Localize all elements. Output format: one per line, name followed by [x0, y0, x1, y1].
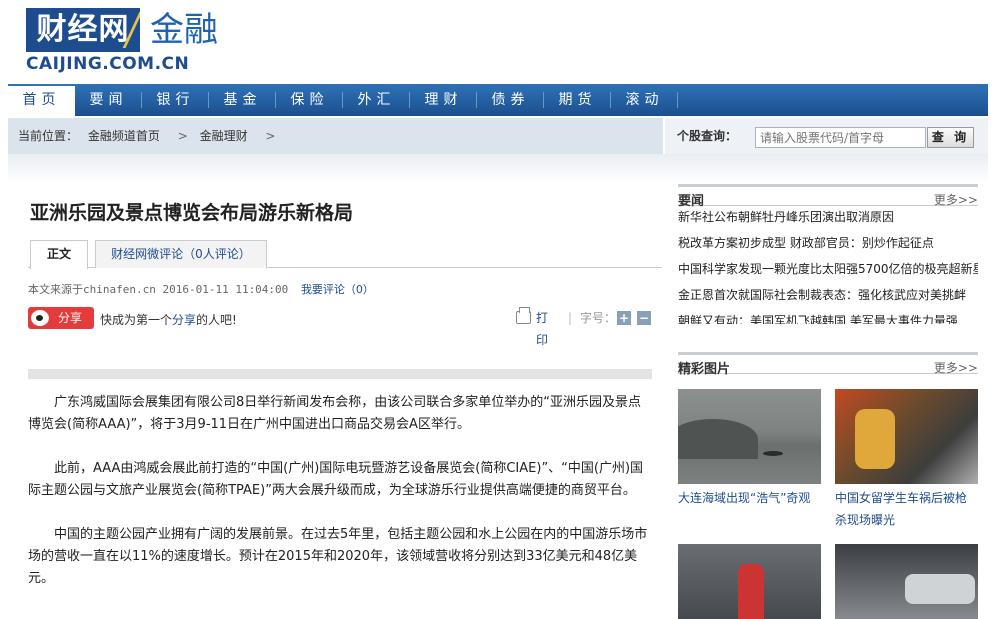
nav-item-futures[interactable]: 期货	[544, 84, 611, 116]
nav-item-rolling[interactable]: 滚动	[611, 84, 678, 116]
share-label: 分享	[58, 311, 83, 325]
article-paragraph: 此前，AAA由鸿威会展此前打造的“中国(广州)国际电玩暨游艺设备展览会(简称CI…	[28, 461, 644, 498]
logo-domain: CAIJING.COM.CN	[26, 54, 190, 74]
news-item[interactable]: 朝鲜又有动：美国军机飞越韩国 美军最大事件力量强	[678, 308, 978, 324]
logo-mark: 财经网	[26, 8, 140, 52]
picture-caption[interactable]: 中国女留学生车祸后被枪杀现场曝光	[835, 487, 978, 531]
article-body: 广东鸿威国际会展集团有限公司8日举行新闻发布会称，由该公司联合多家单位举办的“亚…	[28, 392, 652, 612]
tab-body[interactable]: 正文	[30, 240, 88, 269]
article-source-date: 本文来源于chinafen.cn 2016-01-11 11:04:00	[28, 283, 289, 296]
comment-link[interactable]: 我要评论（0）	[301, 283, 374, 296]
pictures-section-title: 精彩图片	[678, 362, 731, 377]
article-tabs: 正文 财经网微评论（0人评论）	[28, 240, 662, 269]
article-meta: 本文来源于chinafen.cn 2016-01-11 11:04:00 我要评…	[28, 281, 374, 297]
breadcrumb-prefix: 当前位置：	[18, 129, 79, 143]
stock-search: 个股查询： 查 询	[663, 118, 988, 154]
picture-card[interactable]: 中国女留学生车祸后被枪杀现场曝光	[835, 389, 978, 531]
nav-item-forex[interactable]: 外汇	[343, 84, 410, 116]
print-icon[interactable]	[516, 307, 531, 324]
breadcrumb-bar: 当前位置： 金融频道首页 > 金融理财 > 个股查询： 查 询	[8, 118, 988, 154]
nav-item-bonds[interactable]: 债券	[477, 84, 544, 116]
news-item[interactable]: 新华社公布朝鲜牡丹峰乐团演出取消原因	[678, 210, 978, 230]
nav-item-fund[interactable]: 基金	[209, 84, 276, 116]
tab-comments[interactable]: 财经网微评论（0人评论）	[95, 240, 267, 268]
font-increase-button[interactable]: +	[617, 311, 631, 325]
sidebar: 要闻 更多>> 新华社公布朝鲜牡丹峰乐团演出取消原因 税改革方案初步成型 财政部…	[678, 184, 978, 619]
site-header: 财经网 金融 CAIJING.COM.CN	[0, 0, 995, 84]
picture-caption[interactable]: 大连海域出现“浩气”奇观	[678, 487, 821, 509]
share-prompt-link[interactable]: 分享	[172, 313, 196, 327]
nav-item-insurance[interactable]: 保险	[276, 84, 343, 116]
stock-search-button[interactable]: 查 询	[927, 127, 974, 148]
weibo-icon	[31, 310, 49, 326]
news-list: 新华社公布朝鲜牡丹峰乐团演出取消原因 税改革方案初步成型 财政部官员：别炒作起征…	[678, 210, 978, 324]
photo-accident[interactable]	[835, 389, 978, 484]
breadcrumb-separator: >	[177, 129, 188, 143]
nav-item-wealth[interactable]: 理财	[410, 84, 477, 116]
picture-card[interactable]	[835, 544, 978, 619]
site-logo[interactable]: 财经网 金融 CAIJING.COM.CN	[26, 8, 226, 74]
stock-search-input[interactable]	[755, 127, 926, 148]
font-size-label: 字号：	[580, 311, 617, 325]
breadcrumb-link-channel-home[interactable]: 金融频道首页	[88, 129, 160, 143]
article-title: 亚洲乐园及景点博览会布局游乐新格局	[30, 202, 354, 224]
picture-card[interactable]	[678, 544, 821, 619]
picture-card[interactable]: 大连海域出现“浩气”奇观	[678, 389, 821, 509]
news-item[interactable]: 中国科学家发现一颗光度比太阳强5700亿倍的极亮超新星	[678, 256, 978, 282]
pictures-more-link[interactable]: 更多>>	[934, 359, 978, 376]
news-item[interactable]: 税改革方案初步成型 财政部官员：别炒作起征点	[678, 230, 978, 256]
print-button[interactable]: 打印	[536, 307, 548, 351]
share-prompt-text: 快成为第一个	[100, 313, 173, 327]
news-section-title: 要闻	[678, 194, 705, 209]
pictures-section-header: 精彩图片 更多>>	[678, 352, 978, 377]
breadcrumb-separator: >	[265, 129, 276, 143]
article-paragraph: 广东鸿威国际会展集团有限公司8日举行新闻发布会称，由该公司联合多家单位举办的“亚…	[28, 395, 642, 432]
tools-divider: |	[568, 311, 573, 325]
news-more-link[interactable]: 更多>>	[934, 191, 978, 208]
font-decrease-button[interactable]: −	[637, 311, 651, 325]
nav-item-home[interactable]: 首页	[8, 84, 75, 116]
share-prompt-text-end: 的人吧!	[196, 313, 237, 327]
photo-car[interactable]	[835, 544, 978, 619]
article-paragraph: 中国的主题公园产业拥有广阔的发展前景。在过去5年里，包括主题公园和水上公园在内的…	[28, 527, 648, 586]
photo-sea[interactable]	[678, 389, 821, 484]
news-section-header: 要闻 更多>>	[678, 184, 978, 209]
nav-item-bank[interactable]: 银行	[142, 84, 209, 116]
article: 亚洲乐园及景点博览会布局游乐新格局 正文 财经网微评论（0人评论） 本文来源于c…	[18, 184, 662, 619]
breadcrumb-link-wealth[interactable]: 金融理财	[200, 129, 248, 143]
weibo-share-button[interactable]: 分享	[28, 307, 94, 329]
stock-search-label: 个股查询：	[677, 129, 738, 143]
breadcrumb: 当前位置： 金融频道首页 > 金融理财 >	[18, 118, 283, 154]
main-nav: 首页 要闻 银行 基金 保险 外汇 理财 债券 期货 滚动	[8, 84, 988, 116]
nav-item-news[interactable]: 要闻	[75, 84, 142, 116]
news-item[interactable]: 金正恩首次就国际社会制裁表态：强化核武应对美挑衅	[678, 282, 978, 308]
header-shadow-band	[8, 154, 988, 184]
share-prompt: 快成为第一个分享的人吧!	[100, 311, 237, 328]
content-divider	[28, 369, 652, 379]
photo-crowd[interactable]	[678, 544, 821, 619]
channel-name: 金融	[150, 10, 218, 50]
